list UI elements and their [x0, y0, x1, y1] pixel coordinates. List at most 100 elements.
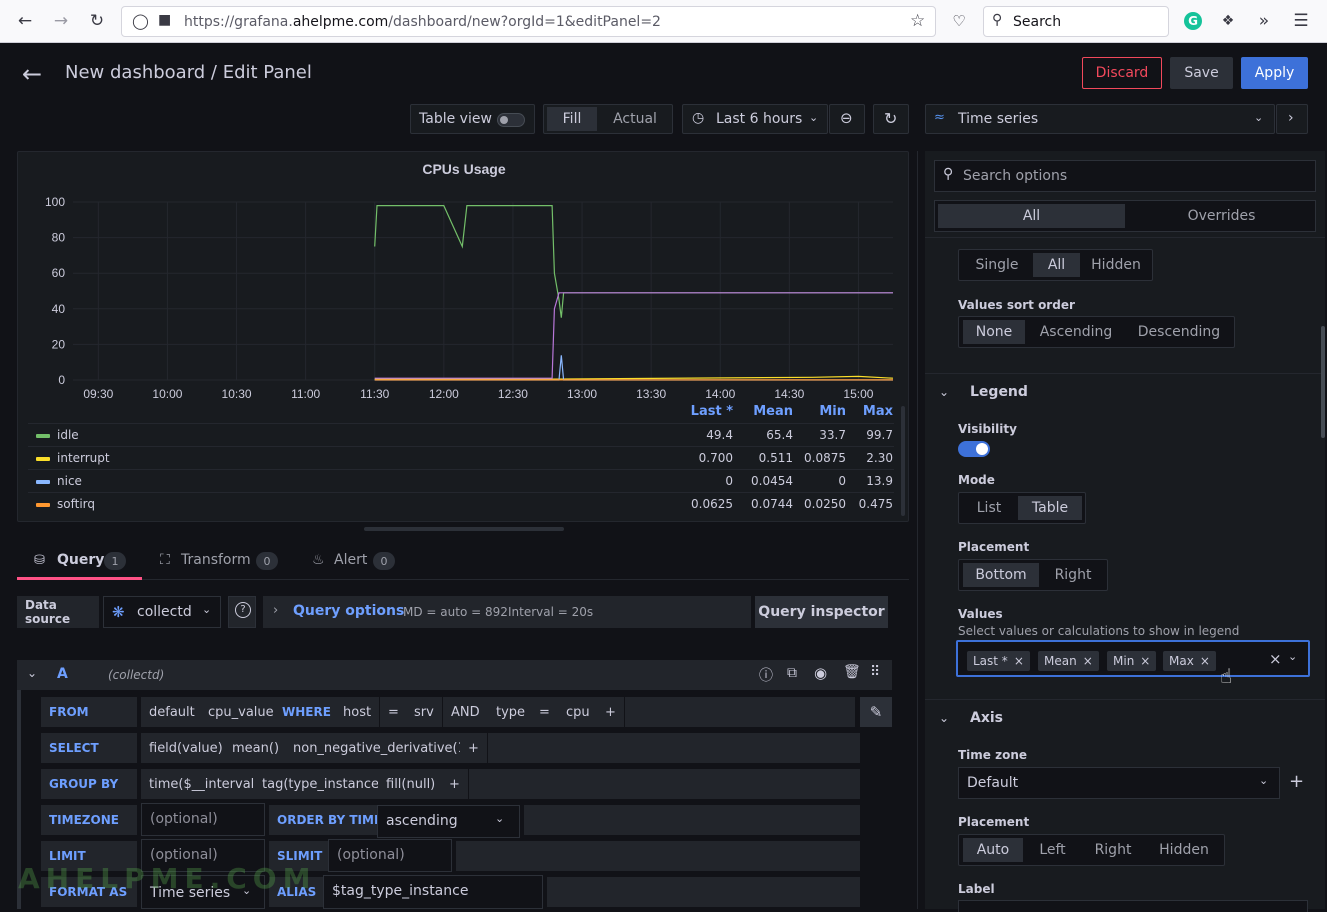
legend-series-name[interactable]: interrupt — [57, 451, 110, 465]
options-collapse-button[interactable]: › — [1276, 104, 1308, 134]
options-scrollbar[interactable] — [1321, 326, 1325, 438]
group-by-time[interactable]: time($__interval) — [141, 769, 268, 799]
back-icon[interactable]: ← — [14, 10, 36, 32]
slimit-input[interactable]: (optional) — [328, 839, 452, 872]
remove-tag-icon[interactable]: × — [1014, 654, 1024, 668]
table-view-toggle[interactable]: Table view — [410, 104, 535, 134]
chevron-down-icon[interactable]: ⌄ — [1288, 650, 1297, 663]
axis-collapse-icon[interactable]: ⌄ — [939, 711, 949, 725]
legend-series-name[interactable]: nice — [57, 474, 82, 488]
legend-col-mean[interactable]: Mean — [733, 404, 793, 419]
zoom-out-button[interactable]: ⊖ — [829, 104, 865, 134]
remove-tag-icon[interactable]: × — [1083, 654, 1093, 668]
legend-row[interactable]: nice 0 0.0454 0 13.9 — [28, 469, 894, 492]
legend-series-name[interactable]: softirq — [57, 497, 95, 511]
pane-divider[interactable] — [917, 151, 918, 909]
axis-placement-right[interactable]: Right — [1082, 838, 1144, 862]
axis-placement-left[interactable]: Left — [1026, 838, 1079, 862]
grammarly-icon[interactable]: G — [1184, 12, 1202, 30]
measurement[interactable]: cpu_value — [200, 697, 282, 727]
discard-button[interactable]: Discard — [1082, 57, 1162, 89]
help-button[interactable]: ? — [228, 596, 256, 628]
alias-input[interactable]: $tag_type_instance — [323, 875, 543, 909]
tooltip-mode-all[interactable]: All — [1033, 253, 1080, 277]
tooltip-mode-hidden[interactable]: Hidden — [1083, 253, 1149, 277]
save-button[interactable]: Save — [1170, 57, 1233, 89]
axis-label-input[interactable] — [958, 900, 1308, 912]
legend-mode-table[interactable]: Table — [1018, 496, 1082, 520]
fill-button[interactable]: Fill — [547, 107, 597, 131]
legend-col-last[interactable]: Last * — [673, 404, 733, 419]
pocket-icon[interactable]: ♡ — [948, 10, 970, 32]
add-time-zone-icon[interactable]: + — [1289, 771, 1304, 792]
drag-handle-icon[interactable]: ⠿ — [870, 664, 880, 680]
all-tab[interactable]: All — [938, 204, 1125, 228]
bookmark-star-icon[interactable]: ☆ — [910, 11, 925, 31]
legend-series-name[interactable]: idle — [57, 428, 79, 442]
forward-icon[interactable]: → — [50, 10, 72, 32]
add-where-button[interactable]: + — [597, 697, 624, 727]
where-op-1[interactable]: = — [380, 697, 407, 727]
apply-button[interactable]: Apply — [1241, 57, 1308, 89]
query-inspector-button[interactable]: Query inspector — [755, 596, 888, 628]
legend-row[interactable]: interrupt 0.700 0.511 0.0875 2.30 — [28, 446, 894, 469]
add-group-by-button[interactable]: + — [441, 769, 468, 799]
value-tag-last[interactable]: Last * × — [967, 651, 1030, 671]
legend-section-title[interactable]: Legend — [970, 384, 1028, 400]
value-tag-min[interactable]: Min × — [1107, 651, 1157, 671]
legend-placement-bottom[interactable]: Bottom — [963, 563, 1039, 587]
and-keyword[interactable]: AND — [443, 697, 488, 727]
query-help-icon[interactable]: ⓘ — [759, 665, 773, 685]
where-op-2[interactable]: = — [531, 697, 558, 727]
where-value-cpu[interactable]: cpu — [558, 697, 598, 727]
duplicate-query-icon[interactable]: ⧉ — [787, 665, 797, 681]
remove-tag-icon[interactable]: × — [1200, 654, 1210, 668]
sort-ascending[interactable]: Ascending — [1029, 320, 1123, 344]
legend-scrollbar[interactable] — [901, 406, 905, 516]
legend-row[interactable]: softirq 0.0625 0.0744 0.0250 0.475 — [28, 492, 894, 515]
legend-collapse-icon[interactable]: ⌄ — [939, 385, 949, 399]
legend-visibility-switch[interactable] — [958, 441, 990, 457]
clear-all-icon[interactable]: × — [1269, 650, 1282, 668]
overrides-tab[interactable]: Overrides — [1129, 204, 1314, 228]
select-derivative[interactable]: non_negative_derivative(1s) — [285, 733, 486, 763]
query-options-label[interactable]: Query options — [293, 603, 404, 619]
retention-policy[interactable]: default — [141, 697, 203, 727]
group-by-fill[interactable]: fill(null) — [378, 769, 444, 799]
order-by-select[interactable]: ascending ⌄ — [377, 805, 520, 838]
group-by-tag[interactable]: tag(type_instance) — [254, 769, 393, 799]
query-options-row[interactable]: › Query options MD = auto = 892 Interval… — [263, 596, 751, 628]
hamburger-menu-icon[interactable]: ☰ — [1290, 10, 1312, 32]
value-tag-max[interactable]: Max × — [1163, 651, 1216, 671]
browser-search-box[interactable]: ⚲ Search — [983, 6, 1169, 37]
collapse-chevron-icon[interactable]: ⌄ — [27, 666, 37, 680]
overflow-chevrons-icon[interactable]: » — [1253, 10, 1275, 32]
axis-placement-auto[interactable]: Auto — [963, 838, 1023, 862]
table-view-switch[interactable] — [497, 113, 525, 127]
legend-values-multiselect[interactable]: Last * × Mean × Min × Max × × ⌄ — [956, 640, 1310, 677]
pencil-icon[interactable]: ✎ — [860, 697, 892, 727]
legend-placement-right[interactable]: Right — [1042, 563, 1104, 587]
select-field[interactable]: field(value) — [141, 733, 231, 763]
time-zone-select[interactable]: Default ⌄ — [958, 767, 1280, 799]
select-mean[interactable]: mean() — [224, 733, 288, 763]
legend-row[interactable]: idle 49.4 65.4 33.7 99.7 — [28, 423, 894, 446]
where-tag-type[interactable]: type — [488, 697, 534, 727]
sort-none[interactable]: None — [963, 320, 1025, 344]
tab-transform[interactable]: ⛶ Transform 0 — [157, 545, 282, 580]
pane-resize-handle[interactable] — [364, 527, 564, 531]
legend-mode-list[interactable]: List — [963, 496, 1015, 520]
refresh-button[interactable]: ↻ — [873, 104, 909, 134]
search-options-input[interactable]: ⚲ Search options — [934, 160, 1316, 192]
remove-tag-icon[interactable]: × — [1140, 654, 1150, 668]
reload-icon[interactable]: ↻ — [86, 10, 108, 32]
time-range-picker[interactable]: ◷ Last 6 hours ⌄ — [682, 104, 828, 134]
back-arrow-icon[interactable]: ← — [22, 60, 42, 88]
data-source-picker[interactable]: ❋ collectd ⌄ — [103, 596, 221, 628]
actual-button[interactable]: Actual — [600, 107, 670, 131]
extension-icon[interactable]: ❖ — [1217, 10, 1239, 32]
tooltip-mode-single[interactable]: Single — [963, 253, 1031, 277]
query-ref-id[interactable]: A — [57, 666, 68, 682]
trash-icon[interactable]: 🗑 — [843, 664, 861, 680]
legend-col-max[interactable]: Max — [833, 404, 893, 419]
